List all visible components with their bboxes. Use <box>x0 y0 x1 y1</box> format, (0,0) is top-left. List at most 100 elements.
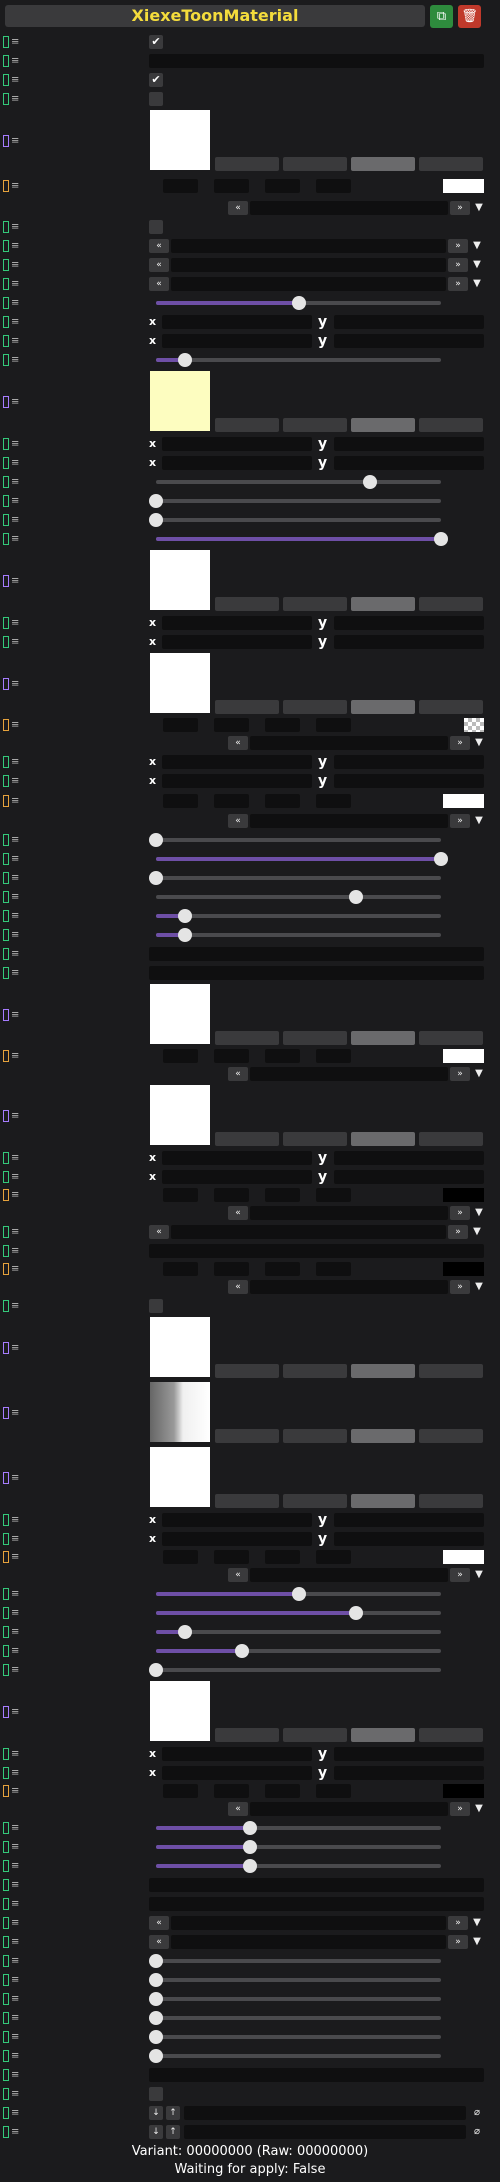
drag-handle-icon[interactable]: ≡ <box>11 756 19 767</box>
shadowrampmaskscale-x-field[interactable] <box>162 1512 312 1527</box>
shadowrim-color-swatch[interactable] <box>443 1550 484 1564</box>
drag-handle-icon[interactable]: ≡ <box>11 316 19 327</box>
updateorder-field[interactable] <box>149 53 484 68</box>
drag-handle-icon[interactable]: ≡ <box>11 1822 19 1833</box>
profile-next-button[interactable]: » <box>450 736 470 750</box>
drag-handle-icon[interactable]: ≡ <box>11 93 19 104</box>
matcaptint-color-swatch[interactable] <box>443 1049 484 1063</box>
drag-handle-icon[interactable]: ≡ <box>11 775 19 786</box>
move-up-icon[interactable]: ↑ <box>166 2105 180 2120</box>
profile-next-button[interactable]: » <box>450 1067 470 1081</box>
profile-next-button[interactable]: » <box>450 1206 470 1220</box>
emissioncolor-b-field[interactable] <box>265 718 300 732</box>
drag-handle-icon[interactable]: ≡ <box>11 36 19 47</box>
drag-handle-icon[interactable]: ≡ <box>11 617 19 628</box>
drag-handle-icon[interactable]: ≡ <box>11 1009 19 1020</box>
import-icon[interactable] <box>283 597 347 611</box>
drag-handle-icon[interactable]: ≡ <box>11 796 19 807</box>
drag-handle-icon[interactable]: ≡ <box>11 2069 19 2080</box>
rimattenuationeffect-value[interactable] <box>456 852 486 866</box>
drag-handle-icon[interactable]: ≡ <box>11 1407 19 1418</box>
shadowrampmaskoffset-x-field[interactable] <box>162 1531 312 1546</box>
drag-handle-icon[interactable]: ≡ <box>11 1748 19 1759</box>
import-icon[interactable] <box>283 1132 347 1146</box>
matcaptint-a-field[interactable] <box>316 1049 351 1063</box>
metallicglossmapscale-y-field[interactable] <box>334 615 484 630</box>
drag-handle-icon[interactable]: ≡ <box>11 2088 19 2099</box>
drag-handle-icon[interactable]: ≡ <box>11 1974 19 1985</box>
speculararea-field[interactable] <box>149 965 484 980</box>
subsurfacecolor-color-swatch[interactable] <box>443 1784 484 1798</box>
normalmapoffset-x-field[interactable] <box>162 455 312 470</box>
profile-dropdown[interactable] <box>250 1067 448 1081</box>
dropdown-arrow-icon[interactable]: ▼ <box>472 814 486 828</box>
usevertexcolors-checkbox[interactable] <box>149 219 163 234</box>
rimintensity-slider-knob[interactable] <box>149 870 163 885</box>
emissionmapoffset-x-field[interactable] <box>162 773 312 788</box>
normalscale-value[interactable] <box>456 475 486 489</box>
rimrange-slider-knob[interactable] <box>348 889 363 904</box>
legacycutout-checkbox[interactable] <box>149 2086 163 2101</box>
drag-handle-icon[interactable]: ≡ <box>11 1860 19 1871</box>
drag-handle-icon[interactable]: ≡ <box>11 135 19 146</box>
subsurfacescale-value[interactable] <box>456 1859 486 1873</box>
tag-icon[interactable] <box>419 700 483 714</box>
shadowrimalbedotint-value[interactable] <box>456 1663 486 1677</box>
duplicate-icon[interactable] <box>351 1728 415 1742</box>
drag-handle-icon[interactable]: ≡ <box>11 720 19 731</box>
shadowrimrange-value[interactable] <box>456 1606 486 1620</box>
occlusionmapscale-y-field[interactable] <box>334 1150 484 1165</box>
drag-handle-icon[interactable]: ≡ <box>11 297 19 308</box>
move-down-icon[interactable]: ↓ <box>149 2105 163 2120</box>
blendmode-dropdown[interactable] <box>171 257 446 272</box>
drag-handle-icon[interactable]: ≡ <box>11 1645 19 1656</box>
tag-icon[interactable] <box>419 1132 483 1146</box>
outlinewidth-field[interactable] <box>149 1243 484 1258</box>
profile-dropdown[interactable] <box>250 1568 448 1582</box>
shadowrim-a-field[interactable] <box>316 1550 351 1564</box>
profile-next-button[interactable]: » <box>450 1568 470 1582</box>
drag-handle-icon[interactable]: ≡ <box>11 872 19 883</box>
thicknessmap-preview[interactable] <box>150 1681 210 1741</box>
color-a-field[interactable] <box>316 179 351 193</box>
emissioncolor-a-field[interactable] <box>316 718 351 732</box>
duplicate-icon[interactable] <box>351 1364 415 1378</box>
subsurfacecolor-r-field[interactable] <box>163 1784 198 1798</box>
metallicuv-slider-knob[interactable] <box>149 1991 163 2006</box>
dropdown-arrow-icon[interactable]: ▼ <box>472 1802 486 1816</box>
import-icon[interactable] <box>283 1728 347 1742</box>
drag-handle-icon[interactable]: ≡ <box>11 354 19 365</box>
copy-icon[interactable]: ⧉ <box>430 5 453 28</box>
offsetfactor-field[interactable] <box>149 1877 484 1892</box>
shadowsharpness-slider-knob[interactable] <box>291 1586 306 1601</box>
offsetunits-field[interactable] <box>149 1896 484 1911</box>
occlusionmapoffset-y-field[interactable] <box>334 1169 484 1184</box>
normalmap-clear-button[interactable] <box>215 418 279 432</box>
drag-handle-icon[interactable]: ≡ <box>11 1898 19 1909</box>
profile-dropdown[interactable] <box>250 736 448 750</box>
emissionmap-preview[interactable] <box>150 653 210 713</box>
drag-handle-icon[interactable]: ≡ <box>11 1110 19 1121</box>
drag-handle-icon[interactable]: ≡ <box>11 1664 19 1675</box>
outlinealbedotint-checkbox[interactable] <box>149 1298 163 1313</box>
shadowrimalbedotint-slider-knob[interactable] <box>149 1662 163 1677</box>
emissioncolor-r-field[interactable] <box>163 718 198 732</box>
shadowrimsharpness-slider-knob[interactable] <box>234 1643 249 1658</box>
profile-prev-button[interactable]: « <box>228 814 248 828</box>
occlusionmap-clear-button[interactable] <box>215 1132 279 1146</box>
drag-handle-icon[interactable]: ≡ <box>11 1626 19 1637</box>
subsurfacepower-value[interactable] <box>456 1840 486 1854</box>
color-b-field[interactable] <box>265 179 300 193</box>
drag-handle-icon[interactable]: ≡ <box>11 1955 19 1966</box>
zwrite-prev-button[interactable]: « <box>149 276 169 291</box>
shadowrampmask-preview[interactable] <box>150 1447 210 1507</box>
drag-handle-icon[interactable]: ≡ <box>11 2050 19 2061</box>
shadowrampmaskscale-y-field[interactable] <box>334 1512 484 1527</box>
occlusionmap-preview[interactable] <box>150 1085 210 1145</box>
drag-handle-icon[interactable]: ≡ <box>11 2126 19 2137</box>
drag-handle-icon[interactable]: ≡ <box>11 259 19 270</box>
tag-icon[interactable] <box>419 1429 483 1443</box>
duplicate-icon[interactable] <box>351 1494 415 1508</box>
shadowsharpness-value[interactable] <box>456 1587 486 1601</box>
profile-dropdown[interactable] <box>250 1802 448 1816</box>
